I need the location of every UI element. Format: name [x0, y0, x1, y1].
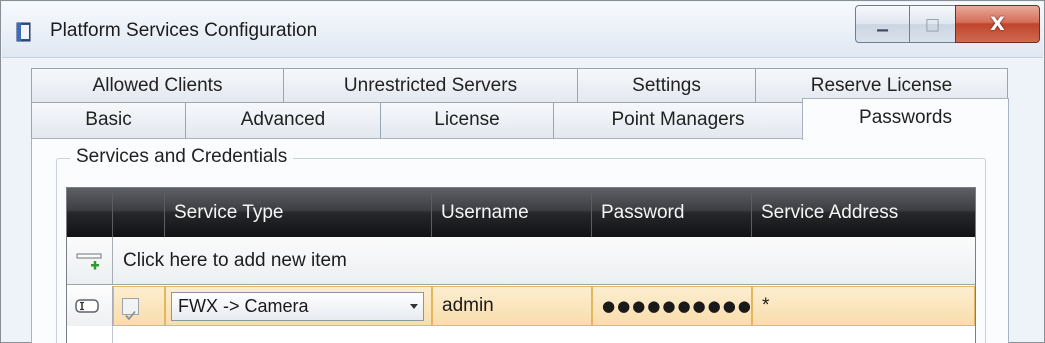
window-title: Platform Services Configuration	[50, 20, 318, 41]
tab-advanced[interactable]: Advanced	[185, 102, 381, 139]
close-button[interactable]: X	[955, 5, 1040, 43]
tab-content-panel: Services and Credentials Service Type Us…	[31, 138, 1009, 343]
minimize-button[interactable]: ▁	[855, 5, 910, 43]
add-row-icon	[76, 253, 102, 270]
checkmark-icon	[125, 310, 136, 321]
empty-row	[67, 326, 975, 343]
header-checkbox	[113, 188, 165, 237]
minimize-icon: ▁	[877, 16, 888, 32]
edit-row-icon	[75, 299, 99, 313]
service-type-cell: FWX -> Camera	[165, 286, 432, 326]
add-new-item-row[interactable]: Click here to add new item	[67, 237, 975, 285]
tab-settings[interactable]: Settings	[577, 68, 756, 103]
add-new-item-label[interactable]: Click here to add new item	[123, 237, 347, 285]
username-cell[interactable]: admin	[432, 286, 592, 326]
empty-row-indicator	[67, 326, 113, 343]
header-username[interactable]: Username	[432, 188, 592, 237]
chevron-down-icon	[410, 304, 418, 309]
app-icon	[16, 22, 31, 42]
service-type-dropdown[interactable]: FWX -> Camera	[171, 292, 424, 321]
header-password[interactable]: Password	[592, 188, 752, 237]
add-row-indicator	[67, 237, 113, 285]
password-cell[interactable]: ●●●●●●●●●●●	[592, 286, 752, 326]
row-checkbox[interactable]	[122, 298, 139, 321]
tab-passwords[interactable]: Passwords	[802, 98, 1009, 140]
maximize-icon: □	[924, 14, 941, 34]
tab-row-front: Basic Advanced License Point Managers Pa…	[31, 98, 1009, 140]
grid-header: Service Type Username Password Service A…	[67, 188, 975, 237]
title-bar: Platform Services Configuration ▁ □ X	[2, 2, 1043, 58]
tab-allowed-clients[interactable]: Allowed Clients	[31, 68, 284, 103]
tab-basic[interactable]: Basic	[31, 102, 186, 139]
maximize-button[interactable]: □	[909, 5, 956, 43]
header-service-type[interactable]: Service Type	[165, 188, 432, 237]
service-address-cell[interactable]: *	[752, 286, 975, 326]
row-checkbox-cell	[113, 286, 165, 326]
row-indicator[interactable]	[67, 286, 113, 326]
tab-license[interactable]: License	[380, 102, 554, 139]
header-indicator	[67, 188, 113, 237]
close-icon: X	[990, 13, 1005, 35]
credentials-grid: Service Type Username Password Service A…	[66, 187, 976, 343]
header-service-address[interactable]: Service Address	[752, 188, 975, 237]
table-row[interactable]: FWX -> Camera admin ●●●●●●●●●●● *	[67, 286, 975, 326]
service-type-value: FWX -> Camera	[178, 296, 309, 316]
group-title: Services and Credentials	[70, 146, 294, 168]
tab-point-managers[interactable]: Point Managers	[553, 102, 803, 139]
tab-unrestricted-servers[interactable]: Unrestricted Servers	[283, 68, 578, 103]
window: Platform Services Configuration ▁ □ X Al…	[0, 0, 1045, 343]
window-controls: ▁ □ X	[855, 5, 1040, 43]
